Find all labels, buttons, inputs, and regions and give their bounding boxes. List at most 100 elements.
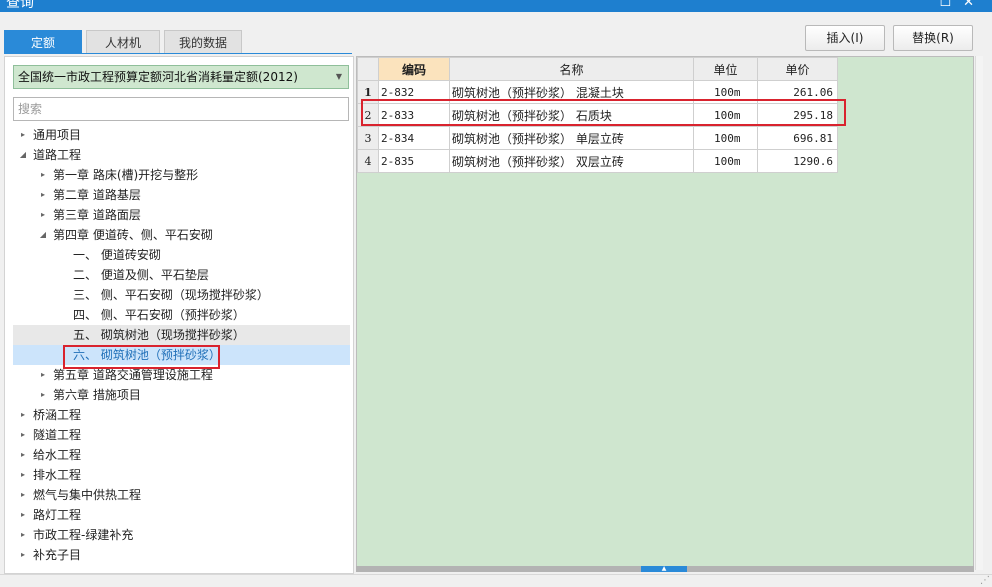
resize-grip-icon[interactable]: ⋰ [980,575,990,586]
collapsed-caret-icon[interactable]: ▸ [37,365,49,385]
tree-item-label: 给水工程 [33,448,82,462]
cell-price[interactable]: 1290.6 [757,149,838,173]
tree-item[interactable]: ◢ 第四章 便道砖、侧、平石安砌 [13,225,350,245]
tree-item[interactable]: ▸ 第二章 道路基层 [13,185,350,205]
column-header-price[interactable]: 单价 [757,57,838,81]
tree-item[interactable]: 四、 侧、平石安砌（预拌砂浆） [13,305,350,325]
tree-item-label: 第四章 便道砖、侧、平石安砌 [53,228,213,242]
expanded-caret-icon[interactable]: ◢ [37,225,49,245]
table-row[interactable]: 1 2-832 砌筑树池（预拌砂浆） 混凝土块 100m 261.06 [357,80,838,104]
collapsed-caret-icon[interactable]: ▸ [37,165,49,185]
cell-name[interactable]: 砌筑树池（预拌砂浆） 混凝土块 [449,80,694,104]
quota-library-value: 全国统一市政工程预算定额河北省消耗量定额(2012) [18,70,298,84]
collapsed-caret-icon[interactable]: ▸ [17,405,29,425]
row-number-header [357,57,379,81]
tree-item-label: 补充子目 [33,548,82,562]
tree-item[interactable]: 一、 便道砖安砌 [13,245,350,265]
tree-item[interactable]: ▸ 第三章 道路面层 [13,205,350,225]
tree-item-label: 六、 砌筑树池（预拌砂浆） [73,348,221,362]
vertical-scrollbar[interactable] [975,56,983,570]
cell-unit[interactable]: 100m [693,126,758,150]
tab-my-data[interactable]: 我的数据 [164,30,242,54]
collapsed-caret-icon[interactable]: ▸ [17,425,29,445]
replace-button[interactable]: 替换(R) [893,25,973,51]
tree-item[interactable]: ▸ 桥涵工程 [13,405,350,425]
tree-item[interactable]: 三、 侧、平石安砌（现场搅拌砂浆） [13,285,350,305]
tree-item-label: 一、 便道砖安砌 [73,248,161,262]
tree-item[interactable]: ▸ 通用项目 [13,125,350,145]
collapsed-caret-icon[interactable]: ▸ [17,125,29,145]
tree-item[interactable]: ▸ 市政工程-绿建补充 [13,525,350,545]
horizontal-scrollbar[interactable]: ▲ [356,566,974,572]
tree-item[interactable]: ▸ 第五章 道路交通管理设施工程 [13,365,350,385]
row-number[interactable]: 1 [357,80,379,104]
insert-button[interactable]: 插入(I) [805,25,885,51]
tab-quota[interactable]: 定额 [4,30,82,54]
row-number[interactable]: 2 [357,103,379,127]
row-number[interactable]: 3 [357,126,379,150]
row-number[interactable]: 4 [357,149,379,173]
collapsed-caret-icon[interactable]: ▸ [17,445,29,465]
collapsed-caret-icon[interactable]: ▸ [17,485,29,505]
cell-unit[interactable]: 100m [693,149,758,173]
tree-item-label: 路灯工程 [33,508,82,522]
column-header-name[interactable]: 名称 [449,57,694,81]
tree-item[interactable]: ▸ 路灯工程 [13,505,350,525]
tree-item[interactable]: 五、 砌筑树池（现场搅拌砂浆） [13,325,350,345]
chevron-down-icon[interactable]: ▼ [336,66,342,88]
collapsed-caret-icon[interactable]: ▸ [17,465,29,485]
cell-price[interactable]: 261.06 [757,80,838,104]
search-input[interactable] [13,97,349,121]
quota-library-select[interactable]: 全国统一市政工程预算定额河北省消耗量定额(2012) ▼ [13,65,349,89]
cell-code[interactable]: 2-832 [378,80,450,104]
table-row[interactable]: 3 2-834 砌筑树池（预拌砂浆） 单层立砖 100m 696.81 [357,126,838,150]
tab-underline [4,53,352,54]
cell-price[interactable]: 295.18 [757,103,838,127]
cell-name[interactable]: 砌筑树池（预拌砂浆） 单层立砖 [449,126,694,150]
results-table: 编码 名称 单位 单价 1 2-832 砌筑树池（预拌砂浆） 混凝土块 100m 261… [357,57,838,173]
tree-item[interactable]: ▸ 给水工程 [13,445,350,465]
tree-item[interactable]: ▸ 隧道工程 [13,425,350,445]
collapsed-caret-icon[interactable]: ▸ [17,545,29,565]
tree-item[interactable]: ◢ 道路工程 [13,145,350,165]
tree-item[interactable]: ▸ 排水工程 [13,465,350,485]
tab-labor-material-machine[interactable]: 人材机 [86,30,160,54]
table-row[interactable]: 2 2-833 砌筑树池（预拌砂浆） 石质块 100m 295.18 [357,103,838,127]
collapsed-caret-icon[interactable]: ▸ [37,385,49,405]
tree-item-label: 隧道工程 [33,428,82,442]
cell-name[interactable]: 砌筑树池（预拌砂浆） 双层立砖 [449,149,694,173]
table-header-row: 编码 名称 单位 单价 [357,57,838,81]
splitter-grip-icon[interactable]: ▲ [641,566,687,572]
collapsed-caret-icon[interactable]: ▸ [17,505,29,525]
window-controls[interactable]: ☐✕ [939,0,986,11]
tree-item[interactable]: ▸ 燃气与集中供热工程 [13,485,350,505]
expanded-caret-icon[interactable]: ◢ [17,145,29,165]
cell-code[interactable]: 2-835 [378,149,450,173]
tree-item-label: 第六章 措施项目 [53,388,141,402]
tree-item[interactable]: ▸ 补充子目 [13,545,350,565]
tree-item-label: 道路工程 [33,148,82,162]
cell-unit[interactable]: 100m [693,80,758,104]
collapsed-caret-icon[interactable]: ▸ [37,205,49,225]
tree-item-label: 桥涵工程 [33,408,82,422]
cell-unit[interactable]: 100m [693,103,758,127]
collapsed-caret-icon[interactable]: ▸ [17,525,29,545]
column-header-unit[interactable]: 单位 [693,57,758,81]
tree-item[interactable]: ▸ 第一章 路床(槽)开挖与整形 [13,165,350,185]
collapsed-caret-icon[interactable]: ▸ [37,185,49,205]
table-row[interactable]: 4 2-835 砌筑树池（预拌砂浆） 双层立砖 100m 1290.6 [357,149,838,173]
cell-code[interactable]: 2-833 [378,103,450,127]
close-icon[interactable]: ✕ [963,0,986,10]
maximize-icon[interactable]: ☐ [939,0,963,10]
tree-item[interactable]: 二、 便道及侧、平石垫层 [13,265,350,285]
tree-item[interactable]: 六、 砌筑树池（预拌砂浆） [13,345,350,365]
tree-item[interactable]: ▸ 第六章 措施项目 [13,385,350,405]
cell-code[interactable]: 2-834 [378,126,450,150]
tree-item-label: 通用项目 [33,128,82,142]
tree-item-label: 五、 砌筑树池（现场搅拌砂浆） [73,328,245,342]
tree-item-label: 第一章 路床(槽)开挖与整形 [53,168,199,182]
left-panel: 全国统一市政工程预算定额河北省消耗量定额(2012) ▼ ▸ 通用项目 ◢ 道路工程 ▸… [4,56,354,574]
cell-name[interactable]: 砌筑树池（预拌砂浆） 石质块 [449,103,694,127]
column-header-code[interactable]: 编码 [378,57,450,81]
cell-price[interactable]: 696.81 [757,126,838,150]
